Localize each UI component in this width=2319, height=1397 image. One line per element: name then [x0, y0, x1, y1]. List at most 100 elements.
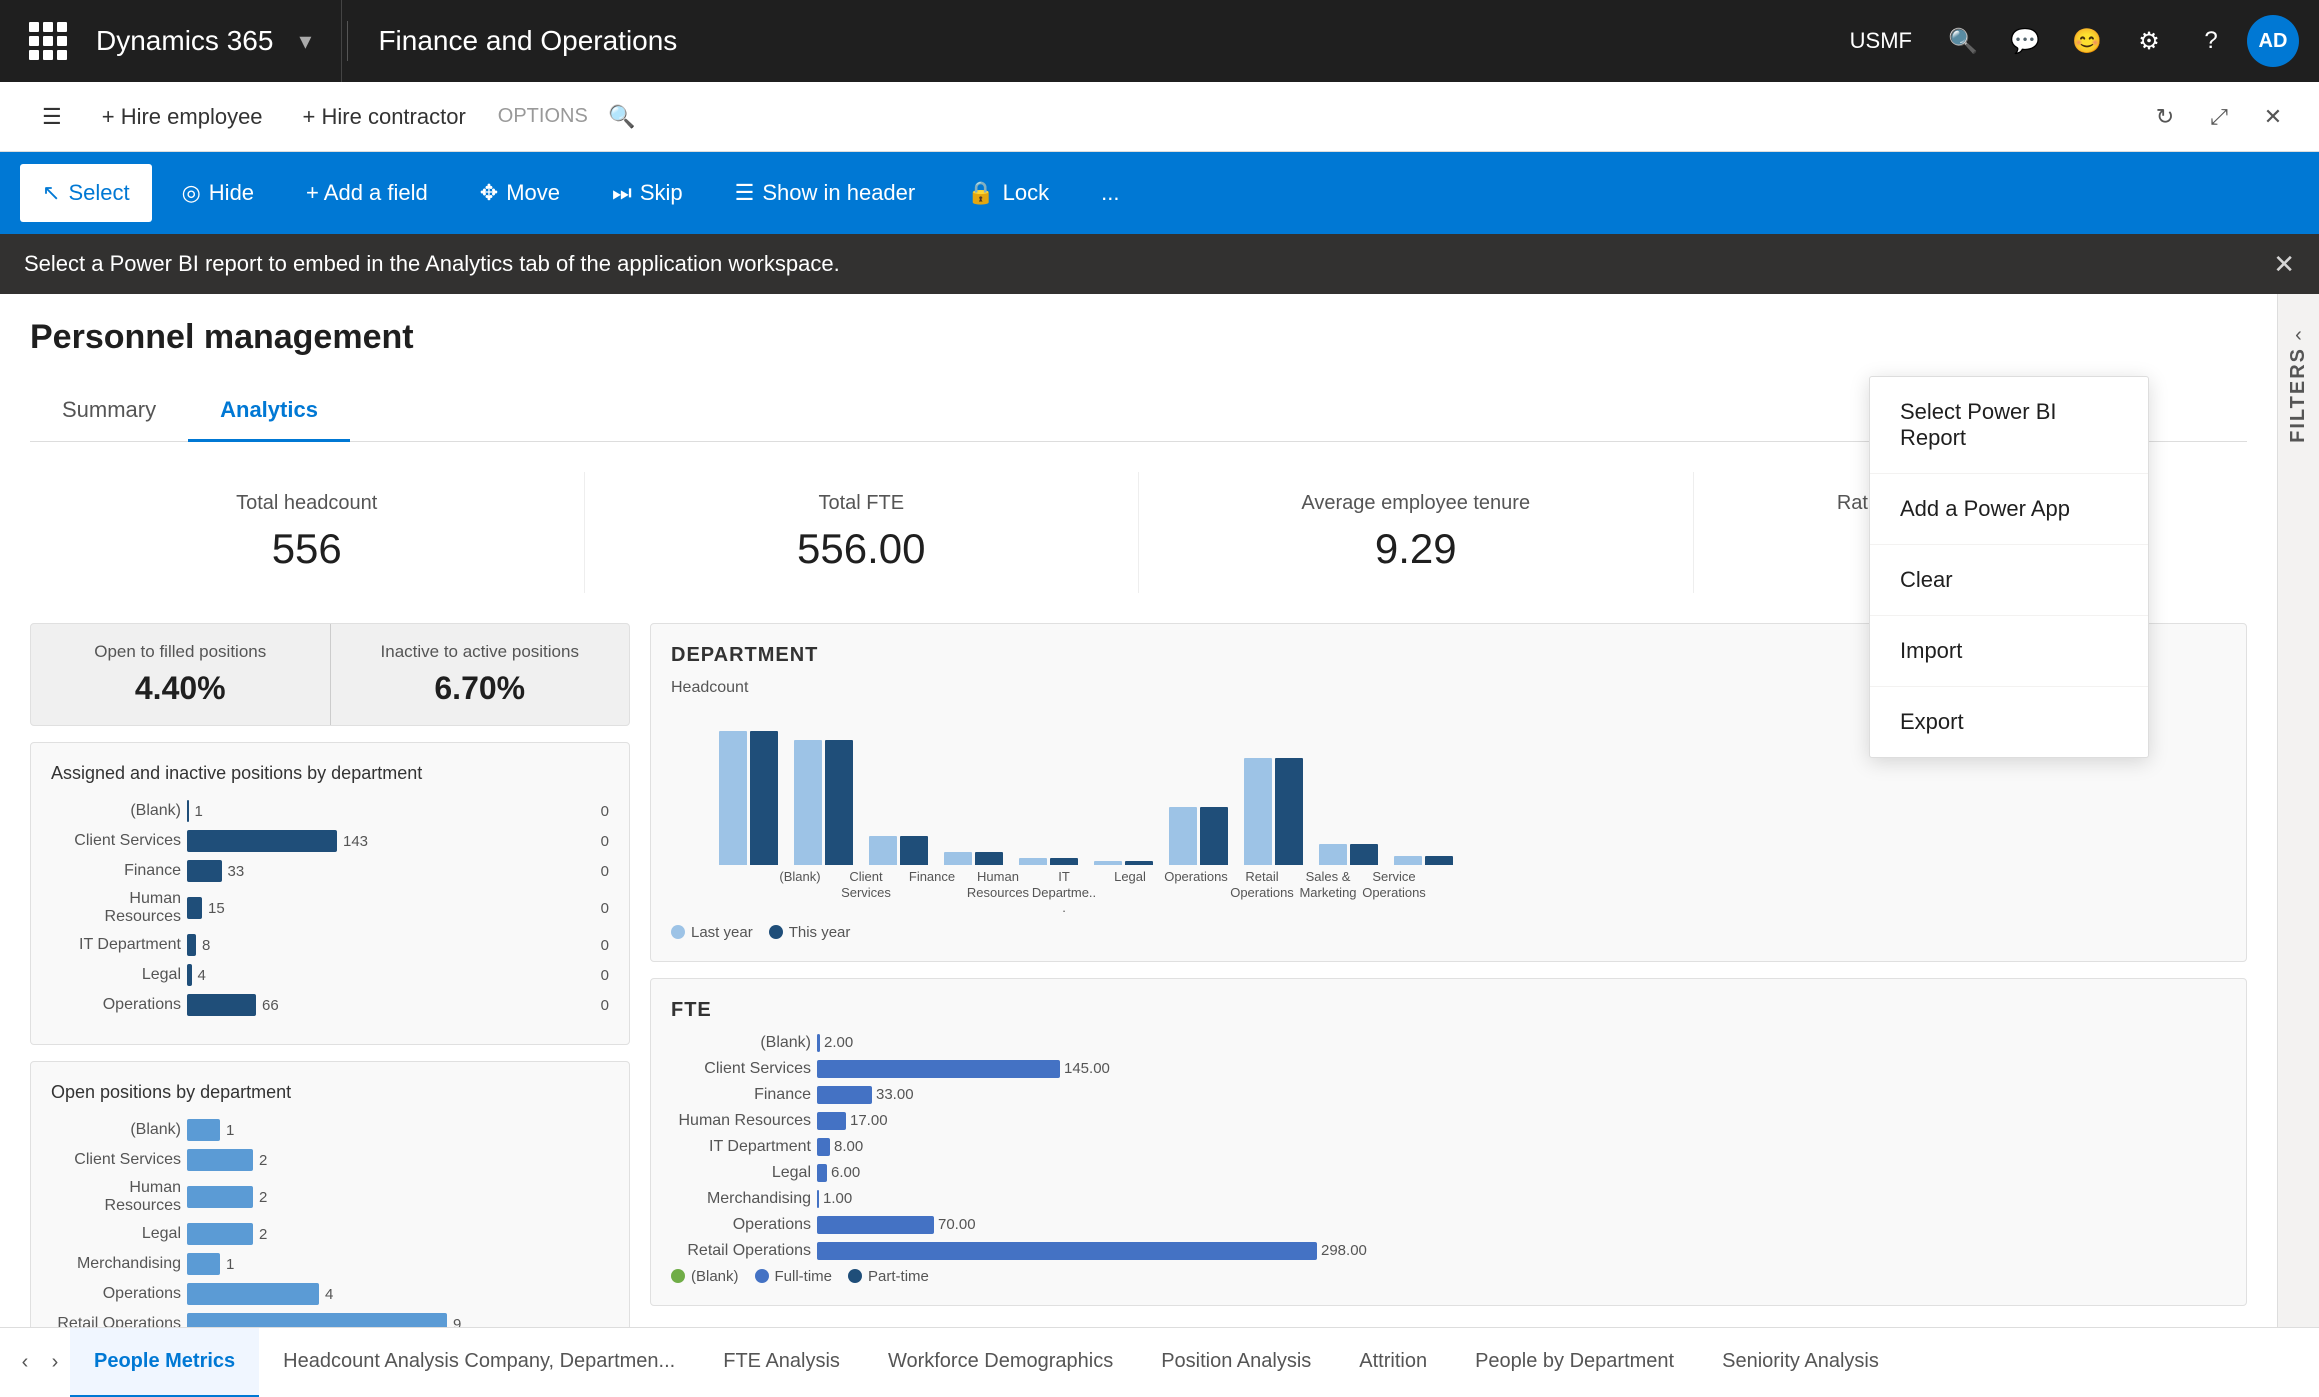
chat-nav-button[interactable]: 💬: [1999, 15, 2051, 67]
open-bar-fill: [187, 1283, 319, 1305]
hire-contractor-button[interactable]: + Hire contractor: [285, 91, 484, 143]
dropdown-item[interactable]: Export: [1870, 687, 2148, 757]
assigned-bar-track: 66: [187, 994, 589, 1016]
popout-button[interactable]: ⤢: [2197, 95, 2241, 139]
bottom-tab-item[interactable]: Workforce Demographics: [864, 1328, 1137, 1397]
inactive-bar-value: 0: [601, 900, 609, 917]
assigned-bar-row: IT Department 8 0: [51, 934, 609, 956]
left-charts: Open to filled positions 4.40% Inactive …: [30, 623, 630, 1327]
fte-blank-label: (Blank): [691, 1268, 739, 1285]
open-bar-value: 1: [226, 1122, 234, 1139]
message-close-button[interactable]: ✕: [2273, 249, 2295, 280]
fte-bar-fill: [817, 1190, 819, 1208]
dropdown-item[interactable]: Import: [1870, 616, 2148, 687]
search-nav-button[interactable]: 🔍: [1937, 15, 1989, 67]
bottom-tab-item[interactable]: People Metrics: [70, 1328, 259, 1397]
fte-bar-fill: [817, 1242, 1317, 1260]
dept-bar-last-year: [1169, 807, 1197, 865]
lock-button[interactable]: 🔒 Lock: [945, 164, 1071, 222]
select-button[interactable]: ↖ Select: [20, 164, 152, 222]
settings-nav-button[interactable]: ⚙: [2123, 15, 2175, 67]
bottom-tab-item[interactable]: Seniority Analysis: [1698, 1328, 1903, 1397]
tab-summary[interactable]: Summary: [30, 381, 188, 442]
inactive-bar-value: 0: [601, 937, 609, 954]
more-options-button[interactable]: ...: [1079, 164, 1141, 222]
stat-inactive-value: 6.70%: [341, 670, 620, 707]
kpi-headcount: Total headcount 556: [30, 472, 585, 593]
hamburger-icon: ☰: [42, 104, 62, 130]
bottom-tab-item[interactable]: Attrition: [1335, 1328, 1451, 1397]
dept-bar-group: [1169, 807, 1228, 865]
fte-bar-area: 1.00: [817, 1190, 2226, 1208]
open-bar-row: Retail Operations 9: [51, 1313, 609, 1327]
show-header-button[interactable]: ☰ Show in header: [713, 164, 938, 222]
smiley-nav-button[interactable]: 😊: [2061, 15, 2113, 67]
assigned-bar-track: 143: [187, 830, 589, 852]
fte-row-label: Operations: [671, 1216, 811, 1234]
add-field-label: + Add a field: [306, 180, 428, 206]
fte-parttime-label: Part-time: [868, 1268, 929, 1285]
dept-bar-last-year: [1319, 844, 1347, 865]
fte-bar-row: Merchandising 1.00: [671, 1190, 2226, 1208]
assigned-bar-track: 33: [187, 860, 589, 882]
assigned-bar-label: Operations: [51, 996, 181, 1014]
assigned-bar-track: 1: [187, 800, 589, 822]
bottom-tab-item[interactable]: Headcount Analysis Company, Departmen...: [259, 1328, 699, 1397]
open-bar-track: 1: [187, 1253, 609, 1275]
bottom-tab-next[interactable]: ›: [40, 1351, 70, 1374]
hire-employee-button[interactable]: + Hire employee: [84, 91, 281, 143]
dept-x-label: Client Services: [833, 869, 899, 916]
dept-bar-this-year: [1200, 807, 1228, 865]
bottom-tab-item[interactable]: People by Department: [1451, 1328, 1698, 1397]
filters-panel[interactable]: ‹ FILTERS: [2277, 294, 2319, 1327]
open-bar-track: 2: [187, 1149, 609, 1171]
fte-row-label: Client Services: [671, 1060, 811, 1078]
skip-label: Skip: [640, 180, 683, 206]
open-bar-label: Retail Operations: [51, 1315, 181, 1327]
skip-button[interactable]: ⏭ Skip: [590, 164, 705, 222]
dept-bar-group: [719, 731, 778, 865]
dropdown-item[interactable]: Select Power BI Report: [1870, 377, 2148, 474]
fte-bar-area: 6.00: [817, 1164, 2226, 1182]
fte-bar-area: 17.00: [817, 1112, 2226, 1130]
dropdown-item[interactable]: Clear: [1870, 545, 2148, 616]
assigned-bar-fill: [187, 897, 202, 919]
filters-chevron-icon[interactable]: ‹: [2295, 324, 2302, 347]
apps-grid-button[interactable]: [20, 13, 76, 69]
bottom-tab-prev[interactable]: ‹: [10, 1351, 40, 1374]
fte-bar-area: 145.00: [817, 1060, 2226, 1078]
hamburger-menu-button[interactable]: ☰: [24, 91, 80, 143]
add-field-button[interactable]: + Add a field: [284, 164, 450, 222]
assigned-bar-value: 66: [262, 997, 279, 1014]
open-bar-value: 2: [259, 1226, 267, 1243]
fte-row-label: Retail Operations: [671, 1242, 811, 1260]
dept-bar-last-year: [944, 852, 972, 865]
assigned-bar-value: 8: [202, 937, 210, 954]
hide-button[interactable]: ◎ Hide: [160, 164, 276, 222]
d365-arrow[interactable]: ▾: [299, 27, 311, 56]
fte-bar-row: Operations 70.00: [671, 1216, 2226, 1234]
page-title: Personnel management: [30, 318, 2247, 357]
bottom-tab-item[interactable]: FTE Analysis: [699, 1328, 864, 1397]
fte-legend-parttime: Part-time: [848, 1268, 929, 1285]
fte-bar-area: 70.00: [817, 1216, 2226, 1234]
help-nav-button[interactable]: ?: [2185, 15, 2237, 67]
tab-analytics[interactable]: Analytics: [188, 381, 350, 442]
assigned-bar-fill: [187, 994, 256, 1016]
refresh-button[interactable]: ↻: [2143, 95, 2187, 139]
open-bar-row: Operations 4: [51, 1283, 609, 1305]
fte-bar-fill: [817, 1138, 830, 1156]
open-bar-label: Client Services: [51, 1151, 181, 1169]
move-button[interactable]: ✥ Move: [458, 164, 582, 222]
avatar[interactable]: AD: [2247, 15, 2299, 67]
toolbar-search-button[interactable]: 🔍: [602, 97, 642, 137]
toolbar-right: ↻ ⤢ ✕: [2143, 95, 2295, 139]
filters-label: FILTERS: [2287, 347, 2310, 443]
d365-label[interactable]: Dynamics 365: [76, 25, 293, 57]
fte-row-label: (Blank): [671, 1034, 811, 1052]
dropdown-item[interactable]: Add a Power App: [1870, 474, 2148, 545]
close-window-button[interactable]: ✕: [2251, 95, 2295, 139]
open-positions-chart: Open positions by department (Blank) 1 C…: [30, 1061, 630, 1327]
bottom-tab-item[interactable]: Position Analysis: [1137, 1328, 1335, 1397]
fte-legend-fulltime: Full-time: [755, 1268, 833, 1285]
